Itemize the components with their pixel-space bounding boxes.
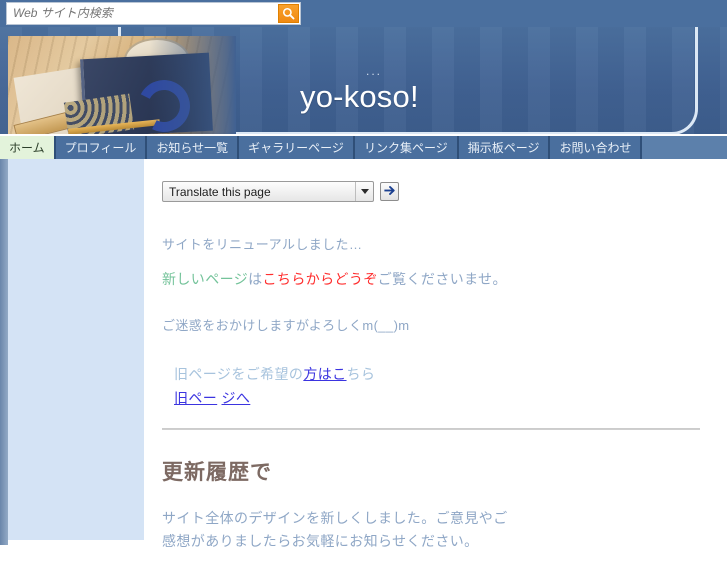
announcement-connector-text: は xyxy=(248,271,263,287)
translate-language-select[interactable]: Translate this page xyxy=(162,181,374,202)
site-banner: ... yo-koso! xyxy=(0,27,727,134)
banner-photo xyxy=(8,36,236,134)
sidebar-panel xyxy=(8,159,144,540)
old-page-link-inline[interactable]: 方はこ xyxy=(303,366,346,382)
banner-dots: ... xyxy=(366,64,383,78)
photo-edge-fade xyxy=(8,36,236,134)
page-body: Translate this page サイトをリニューアルしました… 新しいペ… xyxy=(0,159,727,549)
translate-go-button[interactable] xyxy=(380,182,399,201)
announcement-tail-text: ご覧くださいませ。 xyxy=(377,271,507,287)
top-search-bar xyxy=(0,0,727,27)
translate-widget: Translate this page xyxy=(162,181,707,202)
nav-tab-gallery[interactable]: ギャラリーページ xyxy=(239,136,355,159)
intro-paragraph: サイトをリニューアルしました… xyxy=(162,237,363,252)
nav-tab-links[interactable]: リンク集ページ xyxy=(354,136,459,159)
nav-tab-contact[interactable]: お問い合わせ xyxy=(550,136,643,159)
apology-paragraph: ご迷惑をおかけしますがよろしくm(__)m xyxy=(162,318,410,333)
old-page-link-line-2: 旧ペー ジへ xyxy=(174,386,707,410)
search-field-wrapper xyxy=(6,2,301,25)
old-page-link-prefix: 旧ページをご希望の xyxy=(174,366,304,382)
section-body-paragraph: サイト全体のデザインを新しくしました。ご意見やご 感想がありましたらお気軽にお知… xyxy=(162,507,707,553)
old-page-link-a[interactable]: 旧ペー xyxy=(174,390,217,406)
old-page-link-line-1: 旧ページをご希望の方はこちら xyxy=(174,362,707,386)
old-page-link-b[interactable]: ジへ xyxy=(222,390,251,406)
announcement-line: 新しいページはこちらからどうぞご覧くださいませ。 xyxy=(162,268,707,290)
translate-selected-label: Translate this page xyxy=(169,184,271,199)
section-body-line-2: 感想がありましたらお気軽にお知らせください。 xyxy=(162,533,479,550)
nav-tab-home[interactable]: ホーム xyxy=(0,136,56,159)
content-divider xyxy=(162,428,700,430)
section-body-line-1: サイト全体のデザインを新しくしました。ご意見やご xyxy=(162,510,508,527)
announcement-red-text: こちらからどうぞ xyxy=(262,271,378,287)
old-page-link-block: 旧ページをご希望の方はこちら 旧ペー ジへ xyxy=(162,362,707,410)
nav-tab-news[interactable]: お知らせ一覧 xyxy=(147,136,240,159)
chevron-down-icon[interactable] xyxy=(355,182,373,201)
main-content: Translate this page サイトをリニューアルしました… 新しいペ… xyxy=(162,159,707,567)
nav-tab-board[interactable]: 掚示板ページ xyxy=(458,136,551,159)
nav-filler xyxy=(642,136,727,159)
old-page-link-suffix: ちら xyxy=(346,366,376,382)
left-gutter xyxy=(0,159,8,545)
site-title: yo-koso! xyxy=(300,79,419,114)
search-icon xyxy=(282,7,295,20)
announcement-green-text: 新しいページ xyxy=(162,271,249,287)
section-heading: 更新履歴で xyxy=(162,461,272,484)
main-navigation: ホーム プロフィール お知らせ一覧 ギャラリーページ リンク集ページ 掚示板ペー… xyxy=(0,136,727,159)
search-input[interactable] xyxy=(7,3,278,24)
arrow-right-icon xyxy=(383,184,396,200)
search-button[interactable] xyxy=(278,4,299,23)
nav-tab-profile[interactable]: プロフィール xyxy=(55,136,148,159)
